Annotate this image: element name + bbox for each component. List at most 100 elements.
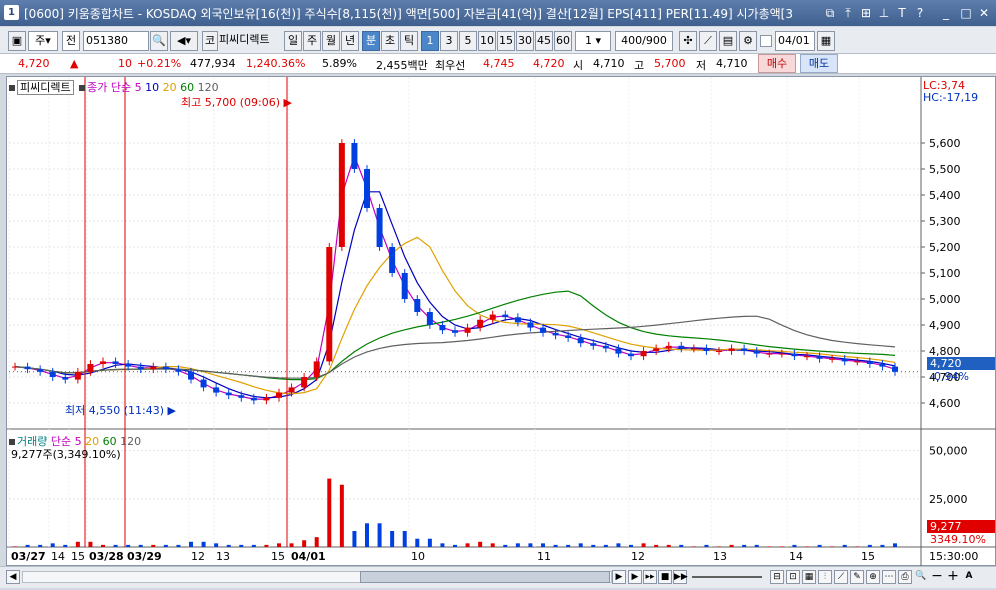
close-icon[interactable]: ✕ <box>976 5 992 21</box>
step-forward-icon[interactable]: ▸▸ <box>643 570 657 584</box>
bar-count-input[interactable]: 400/900 <box>615 31 673 51</box>
bottom-scrollbar[interactable]: ◀ ▶ ▶ ▸▸ ■ ▶▶ ⊟ ⊡ ▦ ⫶ ⟋ ✎ ⊕ ⋯ ⎙ 🔍 − + A <box>0 566 996 588</box>
interval-5-button[interactable]: 5 <box>459 31 477 51</box>
chart-type-icon[interactable]: ▦ <box>802 570 816 584</box>
pin-icon[interactable]: ⊥ <box>876 5 892 21</box>
price-tick-label: 5,600 <box>929 137 961 150</box>
volume-bar <box>490 543 495 547</box>
volume-bar <box>717 546 721 547</box>
open-price: 4,710 <box>593 57 625 70</box>
date-checkbox[interactable] <box>760 35 772 47</box>
interval-input[interactable]: 1 ▾ <box>575 31 611 51</box>
period-minute-button[interactable]: 분 <box>362 31 380 51</box>
fib-icon[interactable]: ⋯ <box>882 570 896 584</box>
font-icon[interactable]: A <box>962 570 976 584</box>
legend-stock-name[interactable]: 피씨디렉트 <box>17 80 74 95</box>
zoom-out-icon[interactable]: − <box>930 569 944 584</box>
minimize-icon[interactable]: _ <box>938 5 954 21</box>
grid-icon[interactable]: ⊞ <box>858 5 874 21</box>
fast-forward-icon[interactable]: ▶▶ <box>673 570 688 584</box>
font-size-icon[interactable]: T <box>894 5 910 21</box>
legend-ma-120: 120 <box>197 81 219 94</box>
candle-body <box>74 371 81 380</box>
search-icon[interactable]: 🔍 <box>150 31 168 51</box>
period-unit-select[interactable]: 주▾ <box>28 31 58 51</box>
interval-30-button[interactable]: 30 <box>516 31 534 51</box>
time-tick-label: 12 <box>631 550 645 563</box>
calendar-icon[interactable]: ▦ <box>817 31 835 51</box>
candle-body <box>276 392 282 398</box>
date-input-value: 04/01 <box>778 34 810 47</box>
time-tick-label: 14 <box>789 550 803 563</box>
trend-icon[interactable]: ⟋ <box>834 570 848 584</box>
zoom-icon[interactable]: 🔍 <box>914 570 928 584</box>
trend-tool-icon[interactable]: ⟋ <box>699 31 717 51</box>
grid-toggle-icon[interactable]: ⊡ <box>786 570 800 584</box>
candle-body <box>112 361 119 364</box>
scroll-left-icon[interactable]: ◀ <box>6 570 20 584</box>
interval-1-button[interactable]: 1 <box>421 31 439 51</box>
time-tick-label: 15:30:00 <box>929 550 978 563</box>
interval-60-button[interactable]: 60 <box>554 31 572 51</box>
current-volume-pct: 3349.10% <box>930 533 986 546</box>
draw-icon[interactable]: ✎ <box>850 570 864 584</box>
candle-body <box>879 364 886 367</box>
stock-code-input[interactable]: 051380 <box>83 31 149 51</box>
stop-icon[interactable]: ■ <box>658 570 672 584</box>
candle-body <box>464 327 471 333</box>
help-icon[interactable]: ? <box>912 5 928 21</box>
zoom-fit-icon[interactable]: ⊟ <box>770 570 784 584</box>
volume-bar <box>327 478 332 547</box>
legend-close-label[interactable]: 종가 <box>87 81 107 94</box>
buy-button[interactable]: 매수 <box>758 54 796 73</box>
candle-body <box>338 143 345 247</box>
candle-body <box>263 397 270 401</box>
interval-3-button[interactable]: 3 <box>440 31 458 51</box>
candle-body <box>577 338 584 344</box>
crosshair-icon[interactable]: ✣ <box>679 31 697 51</box>
layout-icon[interactable]: ▣ <box>8 31 26 51</box>
volume-tick-label: 50,000 <box>929 445 968 458</box>
interval-15-button[interactable]: 15 <box>497 31 515 51</box>
link-icon[interactable]: ⧉ <box>822 5 838 21</box>
moving-average-lines <box>14 154 896 400</box>
moving-average-line <box>14 191 896 399</box>
pin-top-icon[interactable]: ⤒ <box>840 5 856 21</box>
maximize-icon[interactable]: □ <box>958 5 974 21</box>
scroll-thumb[interactable] <box>360 571 610 583</box>
volume-bar <box>163 544 168 547</box>
save-icon[interactable]: ▤ <box>719 31 737 51</box>
speaker-icon[interactable]: ◀▾ <box>170 31 198 51</box>
price-type-select[interactable]: 전 <box>62 31 80 51</box>
price-tick-label: 4,900 <box>929 319 961 332</box>
period-week-button[interactable]: 주 <box>303 31 321 51</box>
chart-area[interactable]: 5,600 5,500 5,400 5,300 5,200 5,100 5,000 4,900… <box>6 76 996 567</box>
interval-45-button[interactable]: 45 <box>535 31 553 51</box>
date-input[interactable]: 04/01 <box>775 31 815 51</box>
period-tick-button[interactable]: 틱 <box>400 31 418 51</box>
sell-button[interactable]: 매도 <box>800 54 838 73</box>
marker-icon[interactable]: ⊕ <box>866 570 880 584</box>
scroll-right-icon[interactable]: ▶ <box>612 570 626 584</box>
volume-bar <box>729 544 734 547</box>
settings-icon[interactable]: ⚙ <box>739 31 757 51</box>
print-icon[interactable]: ⎙ <box>898 570 912 584</box>
volume-bar <box>101 544 105 547</box>
volume-bar <box>339 484 344 547</box>
legend-ma-20: 20 <box>162 81 177 94</box>
play-icon[interactable]: ▶ <box>628 570 642 584</box>
candle-body <box>502 314 509 318</box>
time-tick-label: 15 <box>71 550 85 563</box>
interval-10-button[interactable]: 10 <box>478 31 496 51</box>
zoom-in-icon[interactable]: + <box>946 569 960 584</box>
volume-bar <box>390 531 395 547</box>
period-second-button[interactable]: 초 <box>381 31 399 51</box>
time-tick-label: 03/28 <box>89 550 124 563</box>
candle-body <box>125 364 132 367</box>
period-day-button[interactable]: 일 <box>284 31 302 51</box>
chart-svg[interactable]: 5,600 5,500 5,400 5,300 5,200 5,100 5,000 4,900… <box>7 77 996 567</box>
speed-slider[interactable] <box>692 576 762 578</box>
period-month-button[interactable]: 월 <box>322 31 340 51</box>
period-year-button[interactable]: 년 <box>341 31 359 51</box>
indicator-icon[interactable]: ⫶ <box>818 570 832 584</box>
